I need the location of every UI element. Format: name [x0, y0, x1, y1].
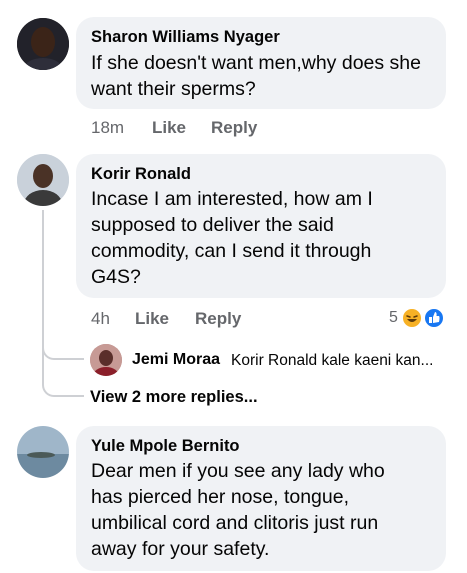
comment-time[interactable]: 18m [91, 118, 124, 138]
avatar[interactable] [17, 426, 69, 478]
thread-line [42, 210, 44, 352]
comment-author[interactable]: Sharon Williams Nyager [91, 28, 280, 47]
comment-text: Dear men if you see any lady who has pie… [91, 460, 385, 560]
reply-author[interactable]: Jemi Moraa [132, 351, 220, 369]
comment-text: If she doesn't want men,why does she wan… [91, 52, 421, 100]
comment-author[interactable]: Yule Mpole Bernito [91, 437, 240, 456]
like-button[interactable]: Like [152, 118, 186, 138]
thread-connector [42, 340, 84, 397]
avatar[interactable] [17, 154, 69, 206]
view-more-replies-link[interactable]: View 2 more replies... [90, 388, 258, 407]
haha-icon [401, 307, 423, 329]
comment-text: Incase I am interested, how am I suppose… [91, 188, 373, 288]
reply-button[interactable]: Reply [195, 309, 241, 329]
like-button[interactable]: Like [135, 309, 169, 329]
reply-snippet[interactable]: Korir Ronald kale kaeni kan... [231, 352, 433, 370]
reply-avatar[interactable] [90, 344, 122, 376]
like-icon [423, 307, 445, 329]
reply-button[interactable]: Reply [211, 118, 257, 138]
comment-time[interactable]: 4h [91, 309, 110, 329]
avatar[interactable] [17, 18, 69, 70]
comment-author[interactable]: Korir Ronald [91, 165, 191, 184]
reaction-count[interactable]: 5 [389, 309, 398, 327]
